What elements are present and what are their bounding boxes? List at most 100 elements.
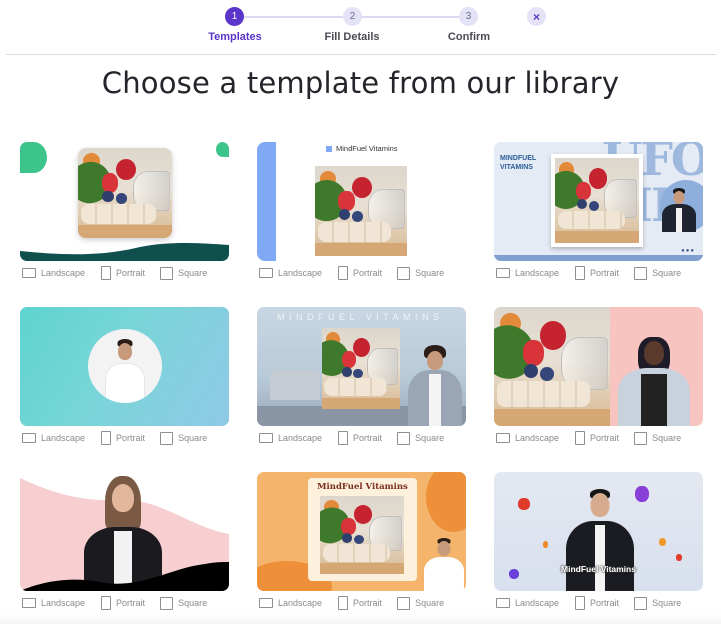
landscape-option[interactable]: Landscape: [496, 433, 559, 443]
square-icon: [160, 596, 174, 610]
template-card: MINDFUEL VITAMINS Landscape Portrait Squ…: [257, 307, 466, 447]
square-icon: [160, 431, 174, 445]
template-card: Landscape Portrait Square: [20, 142, 229, 282]
format-options: Landscape Portrait Square: [22, 596, 223, 610]
presenter-circle: [88, 329, 162, 403]
template-thumbnail-6[interactable]: [494, 307, 703, 426]
square-icon: [160, 266, 174, 280]
square-option[interactable]: Square: [397, 266, 444, 280]
landscape-option[interactable]: Landscape: [496, 268, 559, 278]
portrait-icon: [101, 596, 112, 610]
landscape-option[interactable]: Landscape: [259, 268, 322, 278]
portrait-option[interactable]: Portrait: [338, 266, 382, 280]
scroll-fade: [0, 614, 721, 624]
square-option[interactable]: Square: [634, 431, 681, 445]
format-options: Landscape Portrait Square: [259, 431, 460, 445]
step-1-label[interactable]: Templates: [208, 31, 262, 43]
format-options: Landscape Portrait Square: [496, 266, 697, 280]
square-option[interactable]: Square: [634, 266, 681, 280]
step-3-indicator[interactable]: 3: [459, 7, 478, 26]
portrait-option[interactable]: Portrait: [575, 266, 619, 280]
square-option[interactable]: Square: [397, 431, 444, 445]
square-icon: [634, 266, 648, 280]
landscape-icon: [22, 433, 36, 443]
template-card: Landscape Portrait Square: [20, 307, 229, 447]
landscape-option[interactable]: Landscape: [22, 433, 85, 443]
template-thumbnail-3[interactable]: UFOMI MINDFUEL VITAMINS ●●●: [494, 142, 703, 261]
close-icon: ×: [532, 9, 540, 24]
template-card: MindFuel Vitamins Landscape Portrait Squ…: [494, 472, 703, 612]
portrait-option[interactable]: Portrait: [101, 596, 145, 610]
decorative-bar: [494, 255, 703, 261]
decorative-wave: [20, 243, 229, 261]
landscape-icon: [259, 598, 273, 608]
armchair: [270, 370, 320, 400]
template-card: Landscape Portrait Square: [494, 307, 703, 447]
presenter-avatar: [105, 337, 145, 403]
square-option[interactable]: Square: [160, 596, 207, 610]
brand-label: MindFuel Vitamins: [317, 482, 408, 492]
template-thumbnail-2[interactable]: MindFuel Vitamins: [257, 142, 466, 261]
step-1-indicator[interactable]: 1: [225, 7, 244, 26]
gummy-decoration: [659, 538, 666, 546]
template-card: MindFuel Vitamins Landscape Portrait Squ…: [257, 472, 466, 612]
template-thumbnail-9[interactable]: MindFuel Vitamins: [494, 472, 703, 591]
portrait-option[interactable]: Portrait: [338, 431, 382, 445]
gummy-decoration: [543, 541, 548, 548]
brand-label: MindFuel Vitamins: [326, 144, 398, 153]
step-2-indicator[interactable]: 2: [343, 7, 362, 26]
portrait-option[interactable]: Portrait: [101, 431, 145, 445]
landscape-icon: [22, 598, 36, 608]
product-panel: MindFuel Vitamins: [308, 478, 417, 581]
landscape-option[interactable]: Landscape: [22, 598, 85, 608]
product-photo: [320, 496, 404, 574]
portrait-option[interactable]: Portrait: [101, 266, 145, 280]
template-thumbnail-4[interactable]: [20, 307, 229, 426]
template-thumbnail-7[interactable]: [20, 472, 229, 591]
portrait-option[interactable]: Portrait: [575, 431, 619, 445]
square-icon: [634, 596, 648, 610]
square-icon: [397, 596, 411, 610]
portrait-option[interactable]: Portrait: [575, 596, 619, 610]
format-options: Landscape Portrait Square: [496, 596, 697, 610]
presenter-avatar: [566, 489, 634, 591]
landscape-option[interactable]: Landscape: [259, 598, 322, 608]
decorative-blob: [216, 142, 229, 157]
portrait-icon: [338, 431, 349, 445]
square-icon: [634, 431, 648, 445]
portrait-option[interactable]: Portrait: [338, 596, 382, 610]
portrait-icon: [101, 431, 112, 445]
step-2-label[interactable]: Fill Details: [324, 31, 379, 43]
template-card: Landscape Portrait Square: [20, 472, 229, 612]
landscape-option[interactable]: Landscape: [22, 268, 85, 278]
template-thumbnail-5[interactable]: MINDFUEL VITAMINS: [257, 307, 466, 426]
square-option[interactable]: Square: [160, 266, 207, 280]
presenter-avatar: [408, 345, 462, 426]
page-title: Choose a template from our library: [101, 66, 620, 100]
template-thumbnail-8[interactable]: MindFuel Vitamins: [257, 472, 466, 591]
decorative-wave-dark: [20, 562, 229, 591]
portrait-icon: [575, 266, 586, 280]
square-option[interactable]: Square: [160, 431, 207, 445]
landscape-icon: [259, 433, 273, 443]
presenter-avatar: [424, 538, 464, 591]
template-thumbnail-1[interactable]: [20, 142, 229, 261]
close-button[interactable]: ×: [527, 7, 546, 26]
gummy-decoration: [635, 486, 649, 502]
decorative-blob: [426, 472, 466, 532]
product-photo: [494, 307, 610, 426]
step-connector: [362, 16, 462, 18]
landscape-icon: [22, 268, 36, 278]
portrait-icon: [575, 596, 586, 610]
landscape-option[interactable]: Landscape: [496, 598, 559, 608]
square-option[interactable]: Square: [397, 596, 444, 610]
portrait-icon: [575, 431, 586, 445]
square-option[interactable]: Square: [634, 596, 681, 610]
format-options: Landscape Portrait Square: [259, 266, 460, 280]
landscape-option[interactable]: Landscape: [259, 433, 322, 443]
dots-indicator: ●●●: [681, 248, 695, 254]
product-photo: [555, 158, 639, 243]
step-3-label[interactable]: Confirm: [448, 31, 490, 43]
progress-stepper: 1 2 3 Templates Fill Details Confirm ×: [0, 0, 721, 52]
product-photo: [315, 166, 407, 256]
